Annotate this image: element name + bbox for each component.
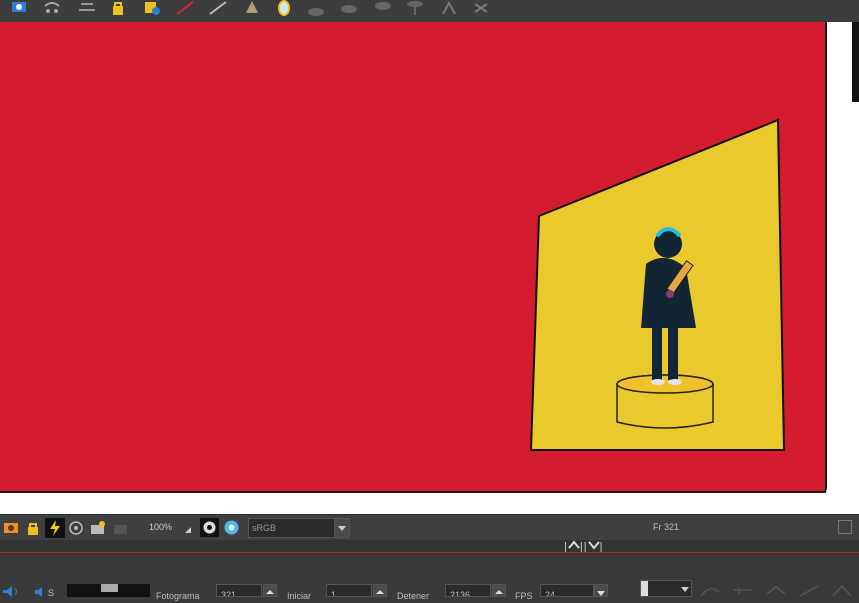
zoom-level[interactable]: 100% — [149, 522, 172, 532]
add-layer-icon[interactable] — [144, 0, 162, 16]
maximize-button[interactable] — [838, 520, 852, 534]
frame-spin-up[interactable] — [263, 584, 277, 597]
lock-icon[interactable] — [25, 520, 41, 536]
color-space-value: sRGB — [252, 523, 277, 533]
curve-5-icon[interactable] — [832, 584, 852, 597]
fps-label: FPS — [515, 591, 533, 601]
chevron-up-icon[interactable] — [568, 540, 580, 550]
ellipse-2-icon[interactable] — [340, 0, 358, 16]
top-toolbar — [0, 0, 859, 22]
curve-3-icon[interactable] — [766, 584, 786, 597]
speaker-icon[interactable] — [2, 586, 20, 597]
video-camera-icon[interactable] — [113, 520, 129, 536]
layer-icon[interactable] — [78, 0, 96, 16]
fps-input[interactable]: 24 — [540, 584, 594, 597]
camera-viewport[interactable] — [0, 22, 859, 514]
stop-spin-up[interactable] — [492, 584, 506, 597]
start-label: Iniciar — [287, 591, 312, 601]
gear-icon[interactable] — [200, 518, 219, 537]
playback-mode-dropdown[interactable] — [640, 580, 692, 597]
bone-2-icon[interactable] — [472, 0, 490, 16]
camera-icon[interactable] — [90, 520, 106, 536]
scene-canvas — [0, 22, 859, 514]
start-spin-up[interactable] — [373, 584, 387, 597]
peg-icon[interactable] — [43, 0, 61, 16]
frame-input[interactable]: 321 — [216, 584, 262, 597]
curve-1-icon[interactable] — [700, 584, 720, 597]
curve-4-icon[interactable] — [799, 584, 819, 597]
ellipse-1-icon[interactable] — [307, 0, 325, 16]
onion-skin-icon[interactable] — [3, 520, 19, 536]
divider-line — [0, 552, 859, 553]
zoom-dropdown-icon[interactable] — [185, 527, 191, 533]
start-input[interactable]: 1 — [326, 584, 372, 597]
status-bar: 100% sRGB Fr 321 — [0, 514, 859, 541]
curve-2-icon[interactable] — [733, 584, 753, 597]
lock-icon[interactable] — [110, 0, 128, 16]
chevron-down-icon[interactable] — [334, 519, 349, 537]
grid-icon[interactable] — [209, 0, 227, 16]
bone-1-icon[interactable] — [440, 0, 458, 16]
color-wheel-icon[interactable] — [222, 518, 241, 537]
panel-divider: | || | — [0, 540, 859, 554]
color-space-dropdown[interactable]: sRGB — [248, 518, 350, 538]
lightning-icon[interactable] — [45, 518, 65, 538]
volume-slider[interactable] — [67, 584, 150, 597]
rotate-icon[interactable] — [68, 520, 84, 536]
mirror-icon[interactable] — [275, 0, 293, 16]
ellipse-4-icon[interactable] — [406, 0, 424, 16]
ellipse-3-icon[interactable] — [374, 0, 392, 16]
stop-label: Detener — [397, 591, 430, 601]
fps-dropdown[interactable] — [594, 584, 608, 597]
ruler-icon[interactable] — [176, 0, 194, 16]
chevron-down-icon[interactable] — [587, 540, 600, 550]
frame-indicator: Fr 321 — [653, 522, 680, 532]
volume-handle[interactable] — [101, 584, 118, 592]
camera-view-icon[interactable] — [10, 0, 28, 16]
frame-label: Fotograma — [156, 591, 200, 601]
stop-input[interactable]: 2136 — [445, 584, 491, 597]
mute-speaker-icon[interactable] — [34, 587, 46, 597]
cone-icon[interactable] — [243, 0, 261, 16]
playback-toolbar: S Fotograma 321 Iniciar 1 Detener 2136 F… — [0, 554, 859, 601]
